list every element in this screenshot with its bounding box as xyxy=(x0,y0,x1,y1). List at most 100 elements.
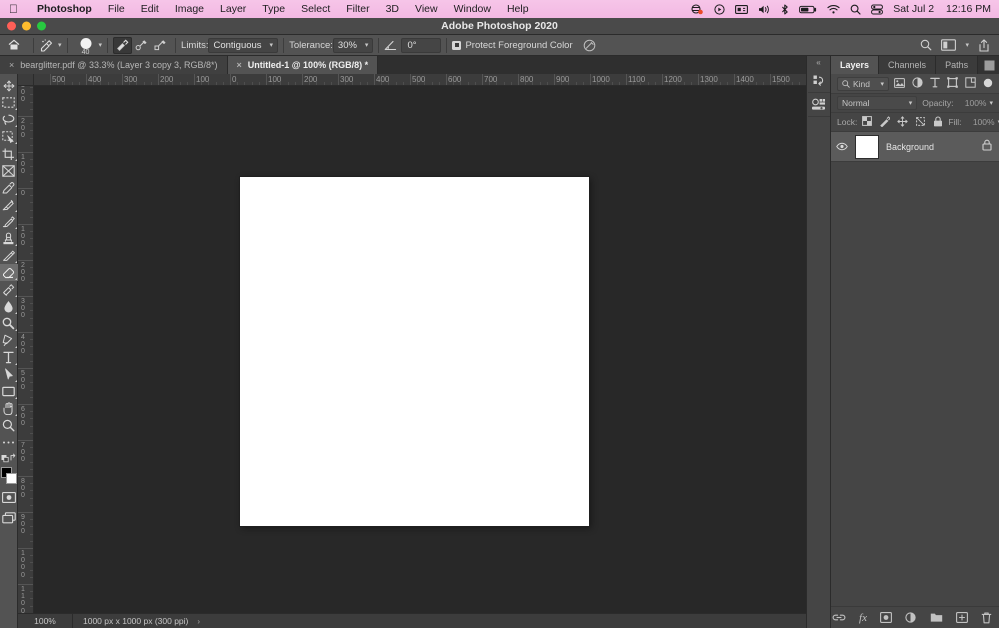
marquee-tool[interactable] xyxy=(0,94,18,111)
lock-artboard-icon[interactable] xyxy=(915,116,926,129)
fill-control[interactable]: Fill: 100% ▾ xyxy=(948,117,999,127)
menu-window[interactable]: Window xyxy=(446,3,499,15)
menu-image[interactable]: Image xyxy=(167,3,212,15)
tab-bearglitter[interactable]: × bearglitter.pdf @ 33.3% (Layer 3 copy … xyxy=(0,56,228,74)
angle-input[interactable]: 0° xyxy=(401,38,441,53)
document-size-info[interactable]: 1000 px x 1000 px (300 ppi) › xyxy=(73,616,210,626)
gradient-tool[interactable] xyxy=(0,281,18,298)
healing-brush-tool[interactable] xyxy=(0,196,18,213)
new-group-icon[interactable] xyxy=(930,612,943,623)
filter-pixel-icon[interactable] xyxy=(894,75,905,93)
tab-layers[interactable]: Layers xyxy=(831,56,879,74)
control-center-icon[interactable] xyxy=(871,4,883,15)
menu-photoshop[interactable]: Photoshop xyxy=(29,3,100,15)
tolerance-input[interactable]: 30% ▾ xyxy=(333,38,374,53)
menu-edit[interactable]: Edit xyxy=(133,3,167,15)
lasso-tool[interactable] xyxy=(0,111,18,128)
layer-name[interactable]: Background xyxy=(886,142,975,152)
filter-type-icon[interactable] xyxy=(930,75,940,93)
move-tool[interactable] xyxy=(0,77,18,94)
panel-menu-icon[interactable] xyxy=(979,56,999,74)
menu-layer[interactable]: Layer xyxy=(212,3,254,15)
apple-icon[interactable]:  xyxy=(9,3,18,15)
tab-untitled-1[interactable]: × Untitled-1 @ 100% (RGB/8) * xyxy=(228,56,379,74)
sampling-background-swatch-button[interactable] xyxy=(151,37,170,54)
dodge-tool[interactable] xyxy=(0,315,18,332)
opacity-control[interactable]: Opacity: 100% ▾ xyxy=(922,98,993,108)
horizontal-ruler[interactable]: 5004003002001000100200300400500600700800… xyxy=(34,74,806,86)
share-icon[interactable] xyxy=(978,39,990,52)
adjustment-layer-icon[interactable] xyxy=(905,612,917,623)
eyedropper-tool[interactable] xyxy=(0,179,18,196)
zoom-button[interactable] xyxy=(37,22,46,31)
display-icon[interactable] xyxy=(735,4,748,15)
workspace-icon[interactable] xyxy=(941,39,956,51)
brush-chevron-down-icon[interactable]: ▾ xyxy=(99,41,103,49)
filter-toggle-icon[interactable] xyxy=(983,75,993,93)
frame-tool[interactable] xyxy=(0,162,18,179)
screen-record-icon[interactable] xyxy=(691,4,704,15)
filter-smart-icon[interactable] xyxy=(965,75,976,93)
quick-selection-tool[interactable] xyxy=(0,128,18,145)
filter-shape-icon[interactable] xyxy=(947,75,958,93)
menu-view[interactable]: View xyxy=(407,3,446,15)
home-icon[interactable] xyxy=(0,39,28,51)
lock-all-icon[interactable] xyxy=(933,116,943,129)
lock-transparency-icon[interactable] xyxy=(862,116,872,128)
history-panel-icon[interactable] xyxy=(808,69,830,93)
blur-tool[interactable] xyxy=(0,298,18,315)
lock-image-icon[interactable] xyxy=(879,116,890,129)
close-button[interactable] xyxy=(7,22,16,31)
tab-channels[interactable]: Channels xyxy=(879,56,936,74)
link-layers-icon[interactable] xyxy=(832,613,846,622)
new-layer-icon[interactable] xyxy=(956,612,968,623)
menu-filter[interactable]: Filter xyxy=(338,3,377,15)
pressure-size-icon[interactable] xyxy=(583,39,597,52)
sampling-continuous-button[interactable] xyxy=(113,37,132,54)
play-circle-icon[interactable] xyxy=(714,4,725,15)
chevron-down-icon[interactable]: ▾ xyxy=(58,41,62,49)
pen-tool[interactable] xyxy=(0,332,18,349)
document-canvas[interactable] xyxy=(240,177,589,526)
zoom-tool[interactable] xyxy=(0,417,18,434)
collapse-panels-icon[interactable]: « xyxy=(807,56,831,69)
menu-select[interactable]: Select xyxy=(293,3,338,15)
vertical-ruler[interactable]: 3002001000100200300400500600700800900100… xyxy=(18,86,34,628)
default-colors-and-swap[interactable] xyxy=(0,451,18,464)
chevron-down-icon[interactable]: ▾ xyxy=(965,41,969,49)
history-brush-tool[interactable] xyxy=(0,247,18,264)
add-mask-icon[interactable] xyxy=(880,612,892,623)
rectangle-tool[interactable] xyxy=(0,383,18,400)
tab-paths[interactable]: Paths xyxy=(936,56,978,74)
protect-foreground-checkbox[interactable] xyxy=(452,41,461,50)
crop-tool[interactable] xyxy=(0,145,18,162)
delete-layer-icon[interactable] xyxy=(981,612,992,624)
chevron-right-icon[interactable]: › xyxy=(197,617,200,626)
layer-lock-icon[interactable] xyxy=(982,138,992,156)
type-tool[interactable] xyxy=(0,349,18,366)
close-icon[interactable]: × xyxy=(237,60,242,70)
path-selection-tool[interactable] xyxy=(0,366,18,383)
edit-toolbar-button[interactable] xyxy=(0,434,18,451)
filter-kind-select[interactable]: Kind ▾ xyxy=(837,77,889,91)
hand-tool[interactable] xyxy=(0,400,18,417)
search-icon[interactable] xyxy=(920,39,932,51)
quick-mask-icon[interactable] xyxy=(0,489,18,506)
eraser-tool[interactable] xyxy=(0,264,18,281)
properties-panel-icon[interactable] xyxy=(808,93,830,117)
menu-type[interactable]: Type xyxy=(254,3,293,15)
menu-help[interactable]: Help xyxy=(499,3,537,15)
limits-select[interactable]: Contiguous ▾ xyxy=(208,38,278,53)
sampling-once-button[interactable] xyxy=(132,37,151,54)
blend-mode-select[interactable]: Normal ▾ xyxy=(837,96,917,110)
menu-3d[interactable]: 3D xyxy=(378,3,407,15)
screen-mode-icon[interactable] xyxy=(0,509,18,526)
filter-adjustment-icon[interactable] xyxy=(912,75,923,93)
layer-row-background[interactable]: Background xyxy=(831,132,999,162)
minimize-button[interactable] xyxy=(22,22,31,31)
layer-thumbnail[interactable] xyxy=(855,135,879,159)
menu-file[interactable]: File xyxy=(100,3,133,15)
close-icon[interactable]: × xyxy=(9,60,14,70)
clone-stamp-tool[interactable] xyxy=(0,230,18,247)
brush-tool[interactable] xyxy=(0,213,18,230)
